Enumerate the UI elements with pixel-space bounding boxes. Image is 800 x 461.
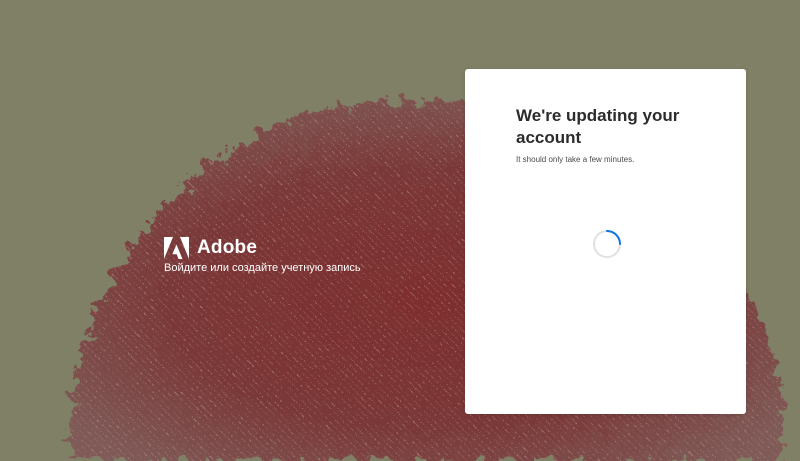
status-card: We're updating your account It should on… (465, 69, 746, 414)
brand-row: Adobe (164, 235, 361, 261)
brand-tagline: Войдите или создайте учетную запись (164, 262, 361, 274)
card-title: We're updating your account (516, 106, 680, 147)
spinner-icon (593, 230, 621, 258)
card-subtitle: It should only take a few minutes. (516, 155, 635, 164)
adobe-logo-icon (164, 237, 189, 259)
brand-name: Adobe (197, 237, 258, 258)
brand-block: Adobe Войдите или создайте учетную запис… (164, 235, 361, 274)
